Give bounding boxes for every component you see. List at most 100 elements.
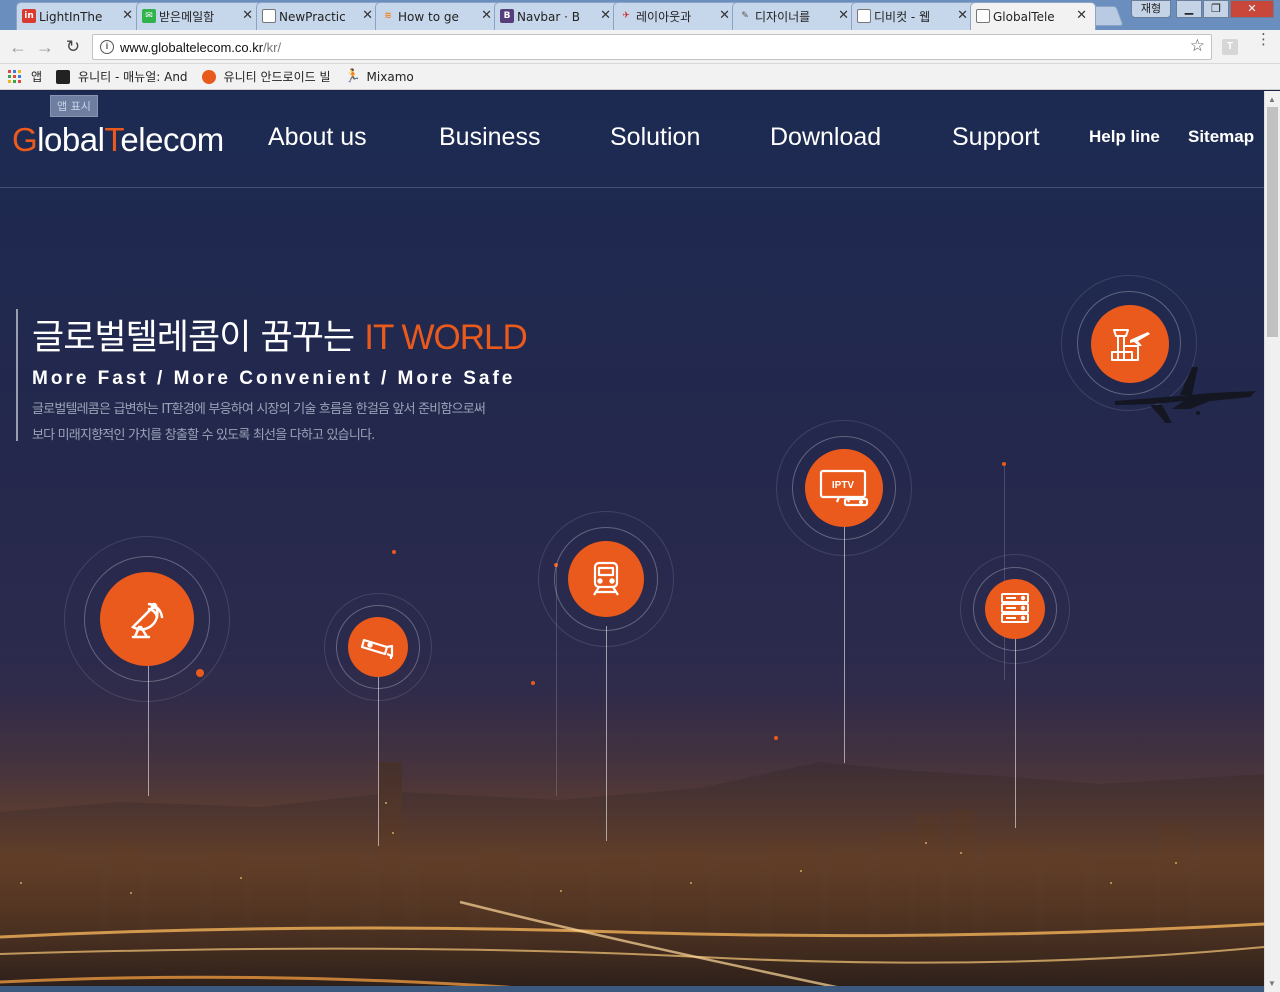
bookmark-star-icon[interactable]: ☆: [1190, 36, 1205, 56]
nav-about-us[interactable]: About us: [268, 123, 367, 152]
forward-button[interactable]: →: [34, 36, 56, 58]
iptv-label: IPTV: [832, 480, 855, 491]
page-icon: [857, 9, 871, 23]
tab-title: 디자이너를: [755, 10, 811, 24]
bookmark-unity-android[interactable]: 유니티 안드로이드 빌: [201, 68, 331, 85]
airplane-image: [1115, 367, 1256, 423]
maximize-button[interactable]: ❐: [1203, 0, 1229, 18]
nav-download[interactable]: Download: [770, 123, 881, 152]
tab-title: How to ge: [398, 9, 459, 24]
service-node-iptv[interactable]: IPTV: [776, 420, 912, 556]
bird-icon: ✈: [622, 11, 630, 21]
tab-lightinthe[interactable]: in LightInThe ✕: [16, 2, 142, 30]
bookmark-label: 앱: [31, 70, 43, 84]
accent-dot: [774, 736, 778, 740]
pin-line: [844, 523, 845, 763]
apps-tooltip: 앱 표시: [50, 95, 98, 117]
close-icon[interactable]: ✕: [838, 8, 849, 23]
iptv-icon: IPTV: [805, 449, 883, 527]
bookmark-mixamo[interactable]: 🏃 Mixamo: [344, 68, 414, 84]
tab-how-to[interactable]: ≋ How to ge ✕: [375, 2, 501, 30]
address-bar[interactable]: i www.globaltelecom.co.kr/kr/ ☆: [92, 34, 1212, 60]
tab-newpractice[interactable]: NewPractic ✕: [256, 2, 382, 30]
apps-grid-icon: [8, 70, 21, 83]
bootstrap-icon: B: [500, 9, 514, 23]
pin-line: [1015, 638, 1016, 828]
bookmark-apps[interactable]: 앱: [8, 68, 42, 85]
mixamo-icon: 🏃: [344, 68, 361, 84]
close-icon[interactable]: ✕: [957, 8, 968, 23]
reload-button[interactable]: ↻: [62, 36, 84, 58]
pin-line: [606, 626, 607, 841]
service-node-train[interactable]: [538, 511, 674, 647]
nav-sitemap[interactable]: Sitemap: [1188, 127, 1254, 147]
tab-title: 레이아웃과: [636, 10, 692, 24]
tab-title: 받은메일함: [159, 10, 215, 24]
extension-icon[interactable]: T: [1222, 39, 1238, 55]
taskbar-edge: [0, 986, 1264, 992]
tab-navbar[interactable]: B Navbar · B ✕: [494, 2, 620, 30]
service-node-server[interactable]: [960, 554, 1070, 664]
server-rack-icon: [985, 579, 1045, 639]
service-node-cctv[interactable]: [324, 593, 432, 701]
scroll-down-icon[interactable]: ▼: [1268, 979, 1276, 988]
stackoverflow-icon: ≋: [384, 11, 392, 21]
unity-icon: [56, 69, 71, 84]
pin-line: [378, 676, 379, 846]
tab-title: 디비컷 - 웹: [874, 10, 931, 24]
tab-dbcut[interactable]: 디비컷 - 웹 ✕: [851, 2, 977, 30]
page-icon: [262, 9, 276, 23]
bookmark-label: 유니티 안드로이드 빌: [223, 70, 331, 84]
nav-solution[interactable]: Solution: [610, 123, 700, 152]
unity-android-icon: [201, 69, 216, 84]
pen-icon: ✎: [741, 11, 749, 21]
profile-button[interactable]: 재형: [1131, 0, 1171, 18]
hero-title: 글로벌텔레콤이 꿈꾸는 IT WORLD: [32, 318, 528, 358]
back-button[interactable]: ←: [7, 36, 29, 58]
info-icon[interactable]: i: [100, 40, 114, 54]
service-node-satellite[interactable]: [64, 536, 230, 702]
bookmarks-bar: 앱 유니티 - 매뉴얼: And 유니티 안드로이드 빌 🏃 Mixamo: [0, 64, 1280, 90]
site-header: GlobalTelecom About us Business Solution…: [0, 91, 1264, 188]
bookmark-label: 유니티 - 매뉴얼: And: [78, 70, 188, 84]
tab-title: LightInThe: [39, 9, 103, 24]
page-icon: [976, 9, 990, 23]
close-window-button[interactable]: ✕: [1230, 0, 1274, 18]
scroll-thumb[interactable]: [1267, 107, 1278, 337]
accent-dot: [1002, 462, 1006, 466]
browser-tab-strip: in LightInThe ✕ ✉ 받은메일함 ✕ NewPractic ✕ ≋…: [0, 0, 1280, 30]
tab-layout[interactable]: ✈ 레이아웃과 ✕: [613, 2, 739, 30]
tab-mail[interactable]: ✉ 받은메일함 ✕: [136, 2, 262, 30]
nav-business[interactable]: Business: [439, 123, 540, 152]
bookmark-unity-manual[interactable]: 유니티 - 매뉴얼: And: [56, 68, 188, 85]
accent-dot: [531, 681, 535, 685]
tab-title: NewPractic: [279, 9, 346, 24]
close-icon[interactable]: ✕: [719, 8, 730, 23]
close-icon[interactable]: ✕: [242, 8, 253, 23]
hero-text-block: 글로벌텔레콤이 꿈꾸는 IT WORLD More Fast / More Co…: [16, 309, 576, 443]
hero-subtitle: More Fast / More Convenient / More Safe: [32, 368, 516, 389]
close-icon[interactable]: ✕: [1076, 8, 1087, 23]
close-icon[interactable]: ✕: [481, 8, 492, 23]
accent-dot: [392, 550, 396, 554]
tab-globaltelecom[interactable]: GlobalTele ✕: [970, 2, 1096, 30]
linkedin-icon: in: [22, 9, 36, 23]
page-scrollbar[interactable]: ▲ ▼: [1264, 91, 1280, 992]
url-text: www.globaltelecom.co.kr/kr/: [120, 40, 282, 55]
satellite-dish-icon: [100, 572, 194, 666]
browser-menu-icon[interactable]: ⋮: [1256, 32, 1271, 47]
tab-designer[interactable]: ✎ 디자이너를 ✕: [732, 2, 858, 30]
scroll-up-icon[interactable]: ▲: [1268, 95, 1276, 104]
window-controls: 재형 ▁ ❐ ✕: [1131, 0, 1274, 18]
bookmark-label: Mixamo: [366, 69, 414, 84]
nav-support[interactable]: Support: [952, 123, 1040, 152]
close-icon[interactable]: ✕: [600, 8, 611, 23]
main-nav: About us Business Solution Download Supp…: [0, 123, 1264, 157]
close-icon[interactable]: ✕: [362, 8, 373, 23]
tab-title: Navbar · B: [517, 9, 581, 24]
browser-toolbar: ← → ↻ i www.globaltelecom.co.kr/kr/ ☆ T …: [0, 30, 1280, 64]
cctv-camera-icon: [348, 617, 408, 677]
close-icon[interactable]: ✕: [122, 8, 133, 23]
minimize-button[interactable]: ▁: [1176, 0, 1202, 18]
nav-help-line[interactable]: Help line: [1089, 127, 1160, 147]
